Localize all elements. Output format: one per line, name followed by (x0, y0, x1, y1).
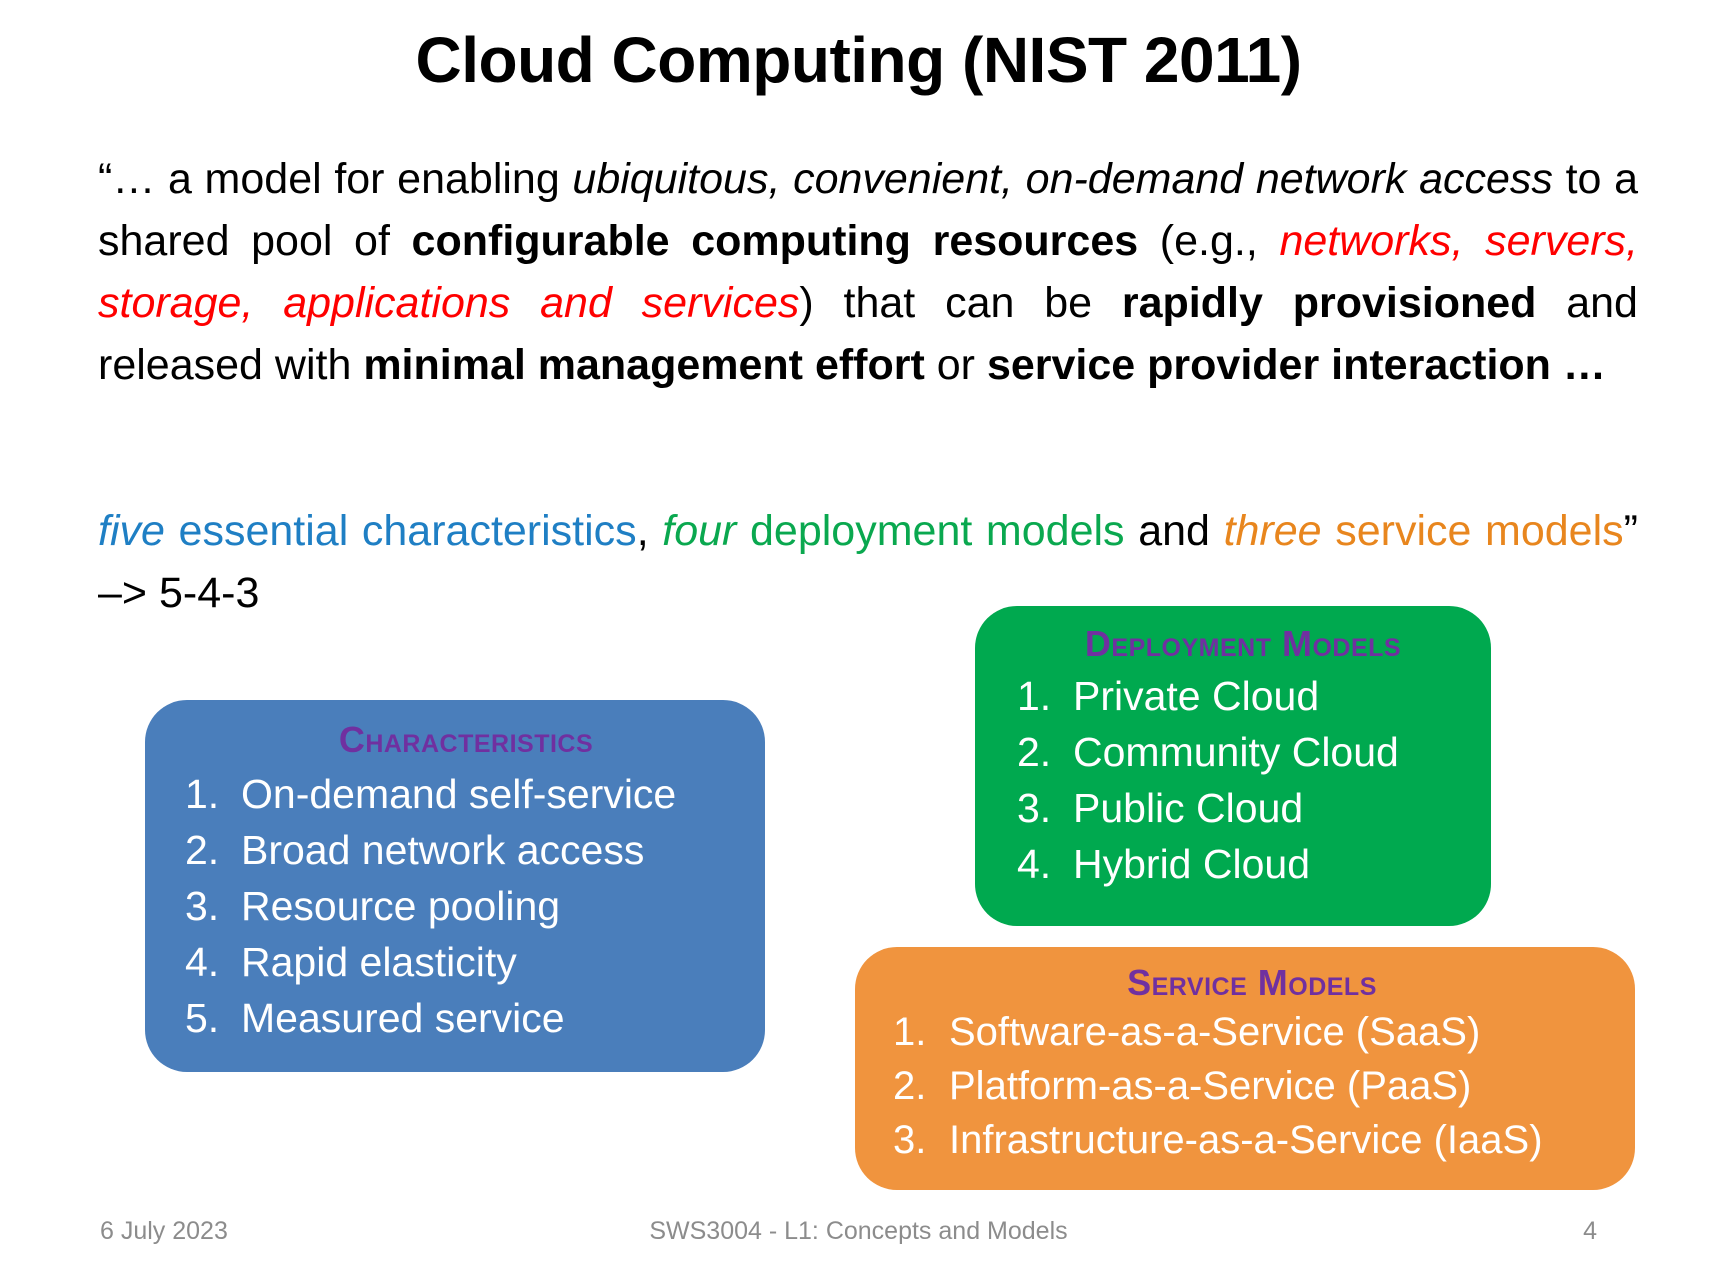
quote-segment: “… a model for enabling (98, 155, 573, 203)
counts-segment: three (1223, 507, 1322, 555)
characteristics-box: Characteristics 1. On-demand self-service… (145, 700, 765, 1072)
list-item-label: Infrastructure-as-a-Service (IaaS) (949, 1118, 1543, 1162)
list-item: 1. On-demand self-service (185, 766, 739, 822)
counts-segment: essential characteristics (164, 507, 637, 555)
list-item: 3. Infrastructure-as-a-Service (IaaS) (893, 1113, 1611, 1167)
list-item-label: On-demand self-service (241, 771, 677, 817)
list-item-number: 2. (1017, 729, 1052, 775)
characteristics-list: 1. On-demand self-service 2. Broad network … (185, 766, 739, 1046)
list-item: 2. Platform-as-a-Service (PaaS) (893, 1059, 1611, 1113)
list-item-label: Measured service (241, 995, 565, 1041)
list-item: 2. Broad network access (185, 822, 739, 878)
counts-segment: , (636, 507, 663, 555)
service-models-heading: Service Models (1127, 962, 1377, 1003)
list-item-number: 4. (185, 939, 220, 985)
list-item-label: Software-as-a-Service (SaaS) (949, 1010, 1481, 1054)
quote-segment: (e.g., (1138, 217, 1280, 265)
list-item-label: Community Cloud (1073, 729, 1399, 775)
list-item-label: Resource pooling (241, 883, 561, 929)
quote-segment: rapidly provisioned (1121, 279, 1537, 327)
quote-segment: or (924, 341, 987, 389)
quote-segment: service provider interaction … (986, 341, 1606, 389)
list-item: 2. Community Cloud (1017, 724, 1469, 780)
list-item-number: 3. (893, 1118, 927, 1162)
quote-segment: ) that can be (799, 279, 1122, 327)
list-item-number: 3. (1017, 785, 1052, 831)
list-item-number: 1. (185, 771, 220, 817)
deployment-models-heading: Deployment Models (1084, 623, 1402, 664)
list-item: 4. Rapid elasticity (185, 934, 739, 990)
page-title: Cloud Computing (NIST 2011) (415, 24, 1302, 96)
deployment-models-box: Deployment Models 1. Private Cloud 2. Commu… (975, 606, 1491, 926)
list-item: 1. Private Cloud (1017, 668, 1469, 724)
slide-canvas: Cloud Computing (NIST 2011) “… a model f… (0, 0, 1717, 1282)
list-item-label: Broad network access (241, 827, 645, 873)
service-models-list: 1. Software-as-a-Service (SaaS) 2. Platform… (893, 1005, 1611, 1167)
list-item-number: 5. (185, 995, 220, 1041)
list-item: 4. Hybrid Cloud (1017, 836, 1469, 892)
counts-segment: service models (1321, 507, 1624, 555)
list-item: 5. Measured service (185, 990, 739, 1046)
list-item-number: 2. (185, 827, 220, 873)
quote-segment: ubiquitous, convenient, on-demand networ… (572, 155, 1553, 203)
service-models-box: Service Models 1. Software-as-a-Service (… (855, 947, 1635, 1190)
quote-segment: configurable computing resources (411, 217, 1139, 265)
characteristics-heading: Characteristics (338, 719, 594, 760)
nist-definition-quote: “… a model for enabling ubiquitous, conv… (98, 148, 1638, 396)
list-item-number: 1. (1017, 673, 1052, 719)
counts-segment: deployment models (736, 507, 1125, 555)
deployment-models-list: 1. Private Cloud 2. Community Cloud 3. Public… (1017, 668, 1469, 892)
list-item-number: 3. (185, 883, 220, 929)
list-item-label: Private Cloud (1073, 673, 1320, 719)
list-item-label: Hybrid Cloud (1073, 841, 1310, 887)
list-item-label: Rapid elasticity (241, 939, 517, 985)
slide-footer: 6 July 2023 SWS3004 - L1: Concepts and M… (0, 1215, 1717, 1261)
list-item: 3. Public Cloud (1017, 780, 1469, 836)
quote-segment: minimal management effort (363, 341, 925, 389)
list-item-label: Platform-as-a-Service (PaaS) (949, 1064, 1472, 1108)
counts-segment: and (1124, 507, 1224, 555)
list-item: 3. Resource pooling (185, 878, 739, 934)
list-item-label: Public Cloud (1073, 785, 1304, 831)
footer-course-label: SWS3004 - L1: Concepts and Models (649, 1217, 1068, 1245)
footer-page-number: 4 (1583, 1217, 1597, 1245)
counts-segment: five (98, 507, 165, 555)
list-item-number: 2. (893, 1064, 927, 1108)
list-item: 1. Software-as-a-Service (SaaS) (893, 1005, 1611, 1059)
list-item-number: 4. (1017, 841, 1052, 887)
list-item-number: 1. (893, 1010, 927, 1054)
counts-segment: four (662, 507, 737, 555)
